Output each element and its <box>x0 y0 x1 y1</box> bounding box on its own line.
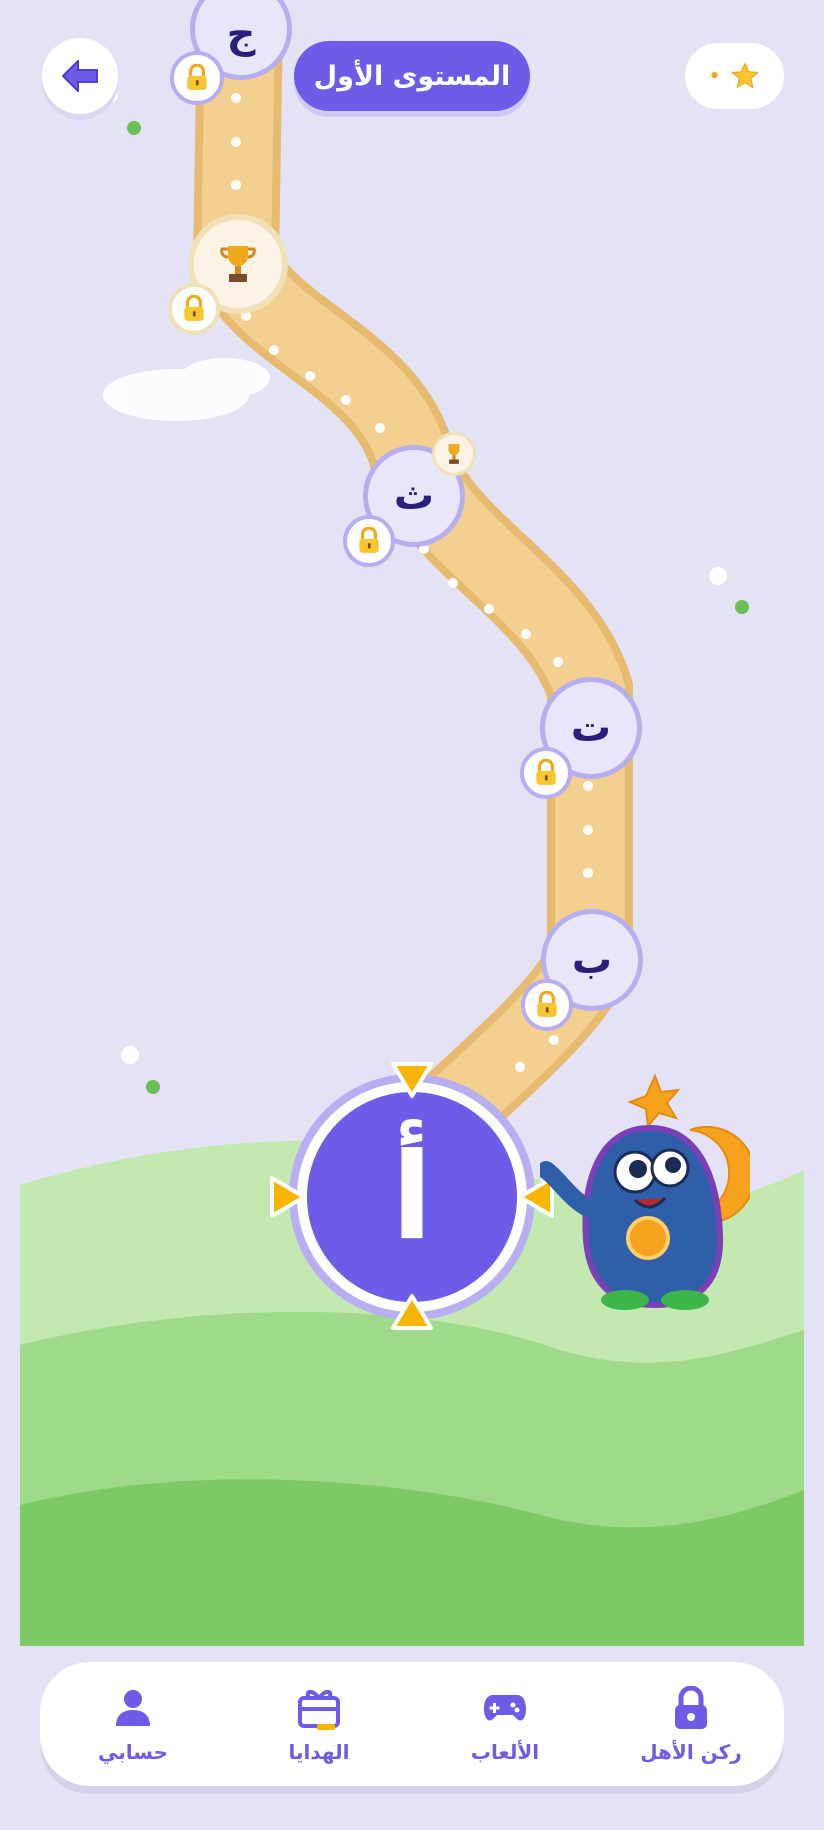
current-level-node[interactable]: أ <box>297 1082 527 1312</box>
trophy-badge <box>432 432 476 476</box>
pointer-arrow-up-icon <box>391 1294 433 1330</box>
level-letter: ت <box>570 705 612 751</box>
pointer-arrow-down-icon <box>391 1062 433 1098</box>
gift-icon <box>298 1690 340 1730</box>
user-icon <box>116 1690 150 1726</box>
pointer-arrow-right-icon <box>270 1176 306 1218</box>
level-letter: ث <box>393 473 435 519</box>
lock-icon <box>359 527 379 553</box>
stars-count: • <box>708 65 721 87</box>
sparkle-dot <box>735 600 749 614</box>
trophy-icon <box>220 246 256 282</box>
back-button[interactable] <box>42 38 118 114</box>
background-scene <box>20 0 804 1646</box>
bottom-navigation: حسابي الهدايا الألعاب ركن الأهل <box>40 1662 784 1786</box>
sparkle-dot <box>709 567 727 585</box>
lock-badge <box>170 51 224 105</box>
back-arrow-icon <box>62 60 98 92</box>
sparkle-dot <box>146 1080 160 1094</box>
nav-item-parents-corner[interactable]: ركن الأهل <box>601 1684 781 1764</box>
star-icon <box>731 61 760 89</box>
nav-item-account[interactable]: حسابي <box>43 1684 223 1764</box>
lock-icon <box>187 64 207 90</box>
lock-badge <box>343 515 395 567</box>
nav-label: حسابي <box>97 1740 169 1764</box>
stars-counter: • <box>685 43 784 109</box>
lock-icon <box>675 1686 707 1729</box>
level-title: المستوى الأول <box>294 41 530 111</box>
gamepad-icon <box>484 1695 526 1721</box>
lock-icon <box>537 991 557 1017</box>
lock-icon <box>536 759 556 785</box>
cloud <box>103 358 270 421</box>
level-letter: ج <box>226 11 256 57</box>
nav-label: الألعاب <box>470 1740 540 1764</box>
trophy-icon <box>448 444 460 464</box>
current-level-letter: أ <box>391 1127 433 1267</box>
lock-badge <box>521 979 573 1031</box>
level-letter: ب <box>571 937 613 983</box>
mascot-character <box>540 1073 750 1310</box>
lock-badge <box>520 747 572 799</box>
sparkle-dot <box>127 121 141 135</box>
lock-badge <box>168 283 220 335</box>
nav-label: ركن الأهل <box>640 1740 742 1764</box>
nav-label: الهدايا <box>288 1740 350 1764</box>
lock-icon <box>184 295 204 321</box>
nav-item-games[interactable]: الألعاب <box>415 1684 595 1764</box>
nav-item-gifts[interactable]: الهدايا <box>229 1684 409 1764</box>
sparkle-dot <box>121 1046 139 1064</box>
